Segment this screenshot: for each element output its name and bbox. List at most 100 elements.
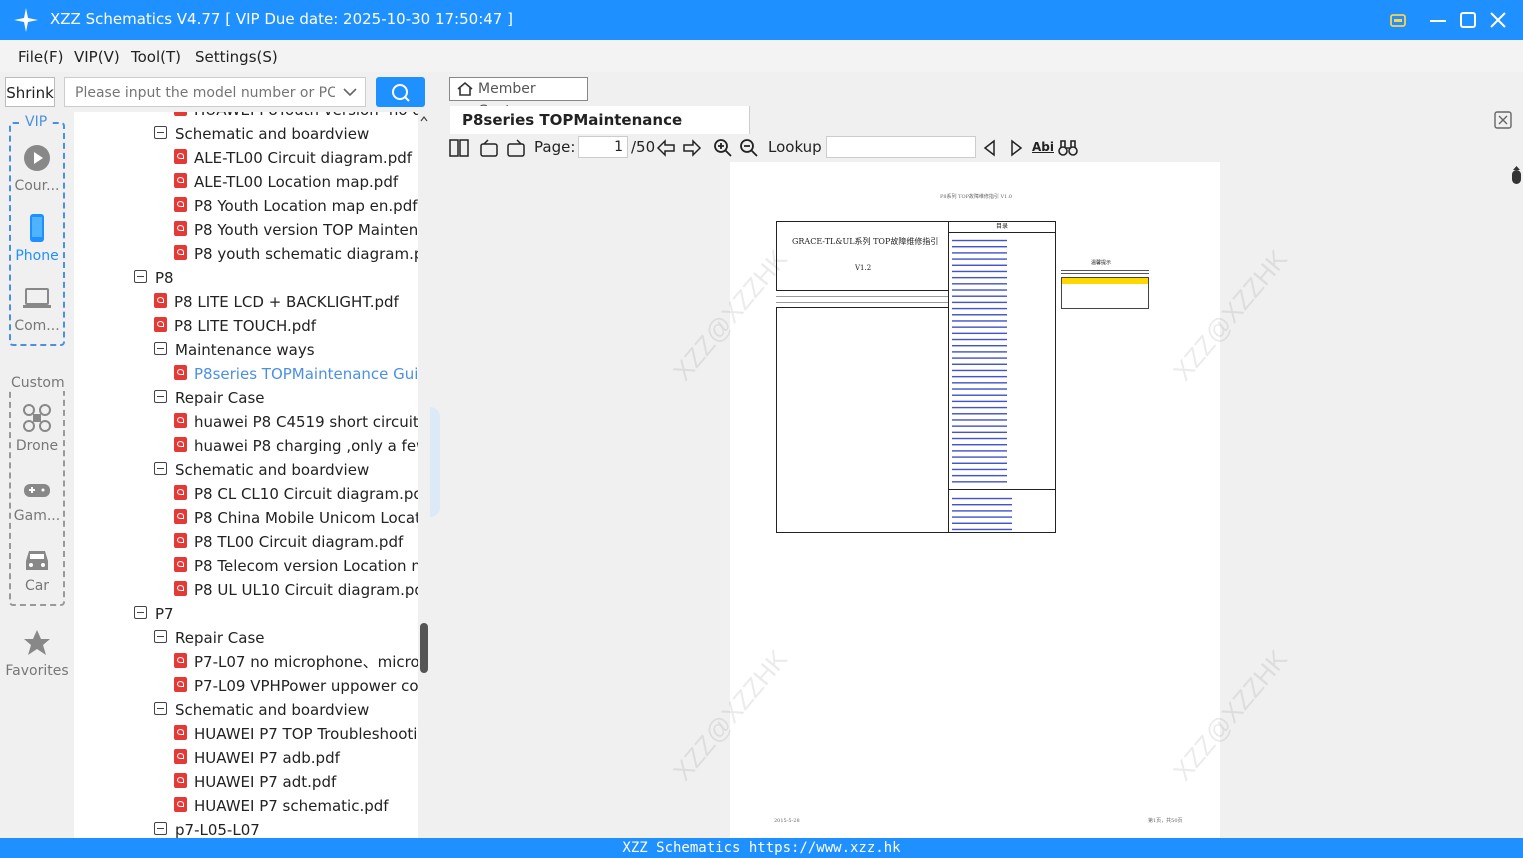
tree-file[interactable]: HUAWEI P7 adb.pdf (174, 746, 340, 770)
category-game[interactable]: Gam... (0, 508, 74, 524)
category-course[interactable]: Cour... (0, 178, 74, 194)
tree-folder[interactable]: Repair Case (154, 386, 265, 410)
tree-folder[interactable]: Schematic and boardview (154, 698, 369, 722)
car-icon[interactable] (22, 545, 52, 575)
tree-scrollbar[interactable] (418, 112, 430, 838)
tab-document[interactable]: P8series TOPMaintenance GuideV1.pdf (450, 106, 750, 157)
member-center-button[interactable]: Member Center (449, 77, 588, 119)
zoom-out-icon[interactable] (739, 138, 759, 158)
custom-label: Custom (10, 375, 66, 391)
scroll-up-icon[interactable] (420, 116, 428, 122)
tree-file[interactable]: P7-L07 no microphone、microphone (174, 650, 418, 674)
shrink-button[interactable]: Shrink (5, 77, 55, 107)
tree-file[interactable]: P7-L09 VPHPower uppower corrosion (174, 674, 418, 698)
search-box[interactable] (64, 77, 366, 107)
find-previous-icon[interactable] (980, 138, 1000, 158)
collapse-icon[interactable] (154, 390, 167, 403)
phone-icon[interactable] (22, 213, 52, 243)
category-computer[interactable]: Com... (0, 318, 74, 334)
tree-file[interactable]: HUAWEI P8Youth version -no dis (174, 112, 418, 122)
footer-date: 2015-5-28 (774, 818, 800, 824)
collapse-icon[interactable] (154, 126, 167, 139)
rotate-left-icon[interactable] (479, 138, 499, 158)
collapse-icon[interactable] (134, 270, 147, 283)
close-tab-icon[interactable] (1494, 111, 1512, 129)
tree-folder[interactable]: Schematic and boardview (154, 122, 369, 146)
tree-folder[interactable]: Repair Case (154, 626, 265, 650)
tree-file[interactable]: ALE-TL00 Location map.pdf (174, 170, 398, 194)
collapse-icon[interactable] (154, 462, 167, 475)
collapse-icon[interactable] (134, 606, 147, 619)
title-bar: XZZ Schematics V4.77 [ VIP Due date: 202… (0, 0, 1523, 40)
tree-item-label: Repair Case (175, 389, 265, 407)
collapse-icon[interactable] (154, 342, 167, 355)
match-case-icon[interactable]: Abi (1032, 140, 1054, 154)
tree-file[interactable]: HUAWEI P7 adt.pdf (174, 770, 336, 794)
viewer-scrollbar[interactable] (1510, 162, 1523, 838)
star-icon[interactable] (22, 628, 52, 658)
approval-table (776, 290, 948, 308)
menu-vip[interactable]: VIP(V) (74, 48, 120, 66)
vip-crown-icon[interactable] (1386, 8, 1410, 32)
drone-icon[interactable] (22, 403, 52, 433)
tree-file[interactable]: ALE-TL00 Circuit diagram.pdf (174, 146, 412, 170)
tree-file[interactable]: P8 China Mobile Unicom Location (174, 506, 418, 530)
tree-file[interactable]: P8 LITE LCD + BACKLIGHT.pdf (154, 290, 399, 314)
tree-file[interactable]: P8 CL CL10 Circuit diagram.pdf (174, 482, 418, 506)
tree-folder[interactable]: Maintenance ways (154, 338, 315, 362)
tree-file[interactable]: HUAWEI P7 schematic.pdf (174, 794, 389, 818)
tree-folder[interactable]: Schematic and boardview (154, 458, 369, 482)
page-number-input[interactable]: 1 (578, 136, 628, 158)
tree-item-label: huawei P8 charging ,only a few (194, 437, 418, 455)
search-button[interactable] (376, 77, 425, 107)
computer-icon[interactable] (22, 283, 52, 313)
course-play-icon[interactable] (22, 143, 52, 173)
tree-folder[interactable]: P7 (134, 602, 174, 626)
viewer-scroll-thumb[interactable] (1512, 170, 1521, 184)
collapse-handle[interactable] (430, 407, 440, 517)
lookup-input[interactable] (826, 136, 976, 158)
search-input[interactable] (73, 84, 337, 102)
tree-scroll-thumb[interactable] (420, 623, 428, 673)
binoculars-icon[interactable] (1058, 138, 1078, 158)
close-icon[interactable] (1486, 8, 1510, 32)
tree-file[interactable]: P8 Youth version TOP Maintenance (174, 218, 418, 242)
menu-tool[interactable]: Tool(T) (131, 48, 181, 66)
menu-file[interactable]: File(F) (18, 48, 63, 66)
tree-file[interactable]: P8 TL00 Circuit diagram.pdf (174, 530, 403, 554)
doc-version: V1.2 (855, 264, 872, 272)
pdf-file-icon (174, 173, 187, 188)
gamepad-icon[interactable] (22, 475, 52, 505)
tree-file[interactable]: P8 Telecom version Location map (174, 554, 418, 578)
tree-file[interactable]: huawei P8 C4519 short circuit can (174, 410, 418, 434)
category-phone[interactable]: Phone (0, 248, 74, 264)
minimize-icon[interactable] (1426, 8, 1450, 32)
category-drone[interactable]: Drone (0, 438, 74, 454)
rotate-right-icon[interactable] (506, 138, 526, 158)
next-page-icon[interactable] (682, 138, 702, 158)
tree-file[interactable]: P8 Youth Location map en.pdf (174, 194, 418, 218)
category-car[interactable]: Car (0, 578, 74, 594)
collapse-icon[interactable] (154, 702, 167, 715)
tree-item-label: HUAWEI P7 schematic.pdf (194, 797, 389, 815)
collapse-icon[interactable] (154, 822, 167, 835)
tree-file[interactable]: P8 LITE TOUCH.pdf (154, 314, 316, 338)
tree-file[interactable]: P8series TOPMaintenance GuideV1.pdf (174, 362, 418, 386)
tree-file[interactable]: P8 youth schematic diagram.pdf (174, 242, 418, 266)
zoom-in-icon[interactable] (713, 138, 733, 158)
tree-file[interactable]: huawei P8 charging ,only a few (174, 434, 418, 458)
menu-settings[interactable]: Settings(S) (195, 48, 278, 66)
tree-folder[interactable]: p7-L05-L07 (154, 818, 260, 838)
previous-page-icon[interactable] (656, 138, 676, 158)
tree-file[interactable]: P8 UL UL10 Circuit diagram.pdf (174, 578, 418, 602)
collapse-icon[interactable] (154, 630, 167, 643)
sidebar-toggle-icon[interactable] (449, 138, 469, 158)
find-next-icon[interactable] (1006, 138, 1026, 158)
pane-divider[interactable] (430, 72, 440, 838)
maximize-icon[interactable] (1456, 8, 1480, 32)
chevron-down-icon[interactable] (343, 86, 357, 98)
tree-folder[interactable]: P8 (134, 266, 174, 290)
tree-item-label: P8 LITE TOUCH.pdf (174, 317, 317, 335)
category-favorites[interactable]: Favorites (0, 663, 74, 679)
tree-file[interactable]: HUAWEI P7 TOP Troubleshooting (174, 722, 418, 746)
